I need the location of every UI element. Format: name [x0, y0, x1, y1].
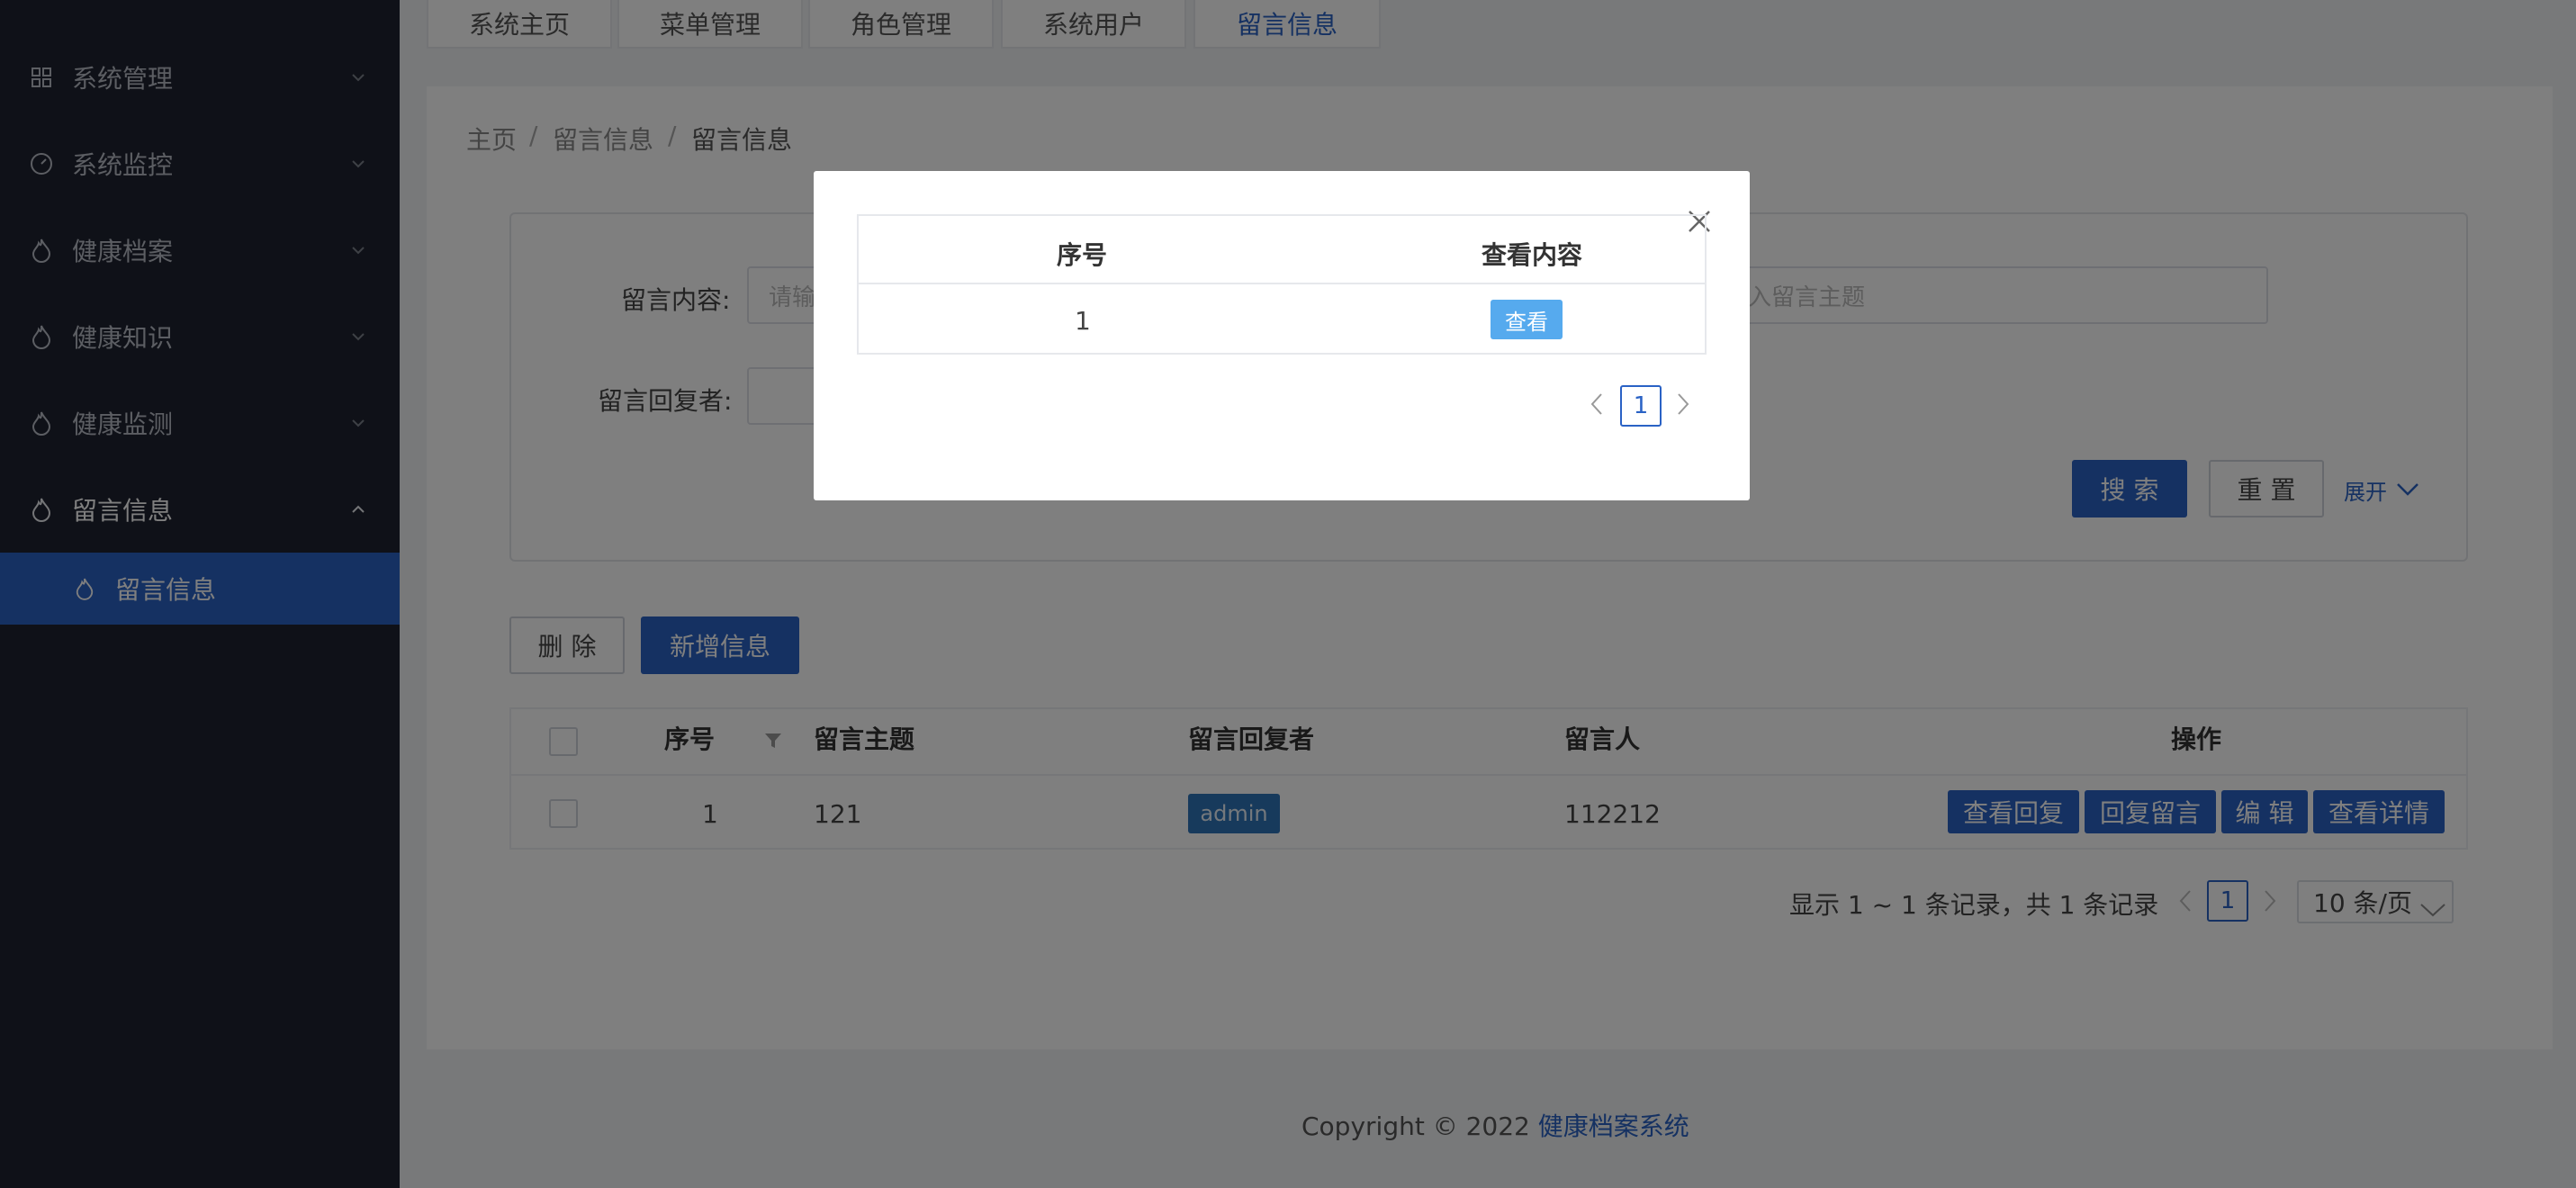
modal-cell-index: 1 [1075, 306, 1091, 336]
view-button[interactable]: 查看 [1491, 300, 1563, 339]
modal-table-divider [857, 283, 1707, 284]
modal-header-index: 序号 [1057, 240, 1108, 270]
view-button-label: 查看 [1505, 309, 1548, 335]
modal-prev-page-icon[interactable] [1586, 391, 1608, 418]
modal-header-content: 查看内容 [1482, 240, 1583, 270]
modal-page-number-label: 1 [1633, 392, 1649, 419]
modal-page-number[interactable]: 1 [1620, 385, 1662, 427]
modal-next-page-icon[interactable] [1672, 391, 1694, 418]
